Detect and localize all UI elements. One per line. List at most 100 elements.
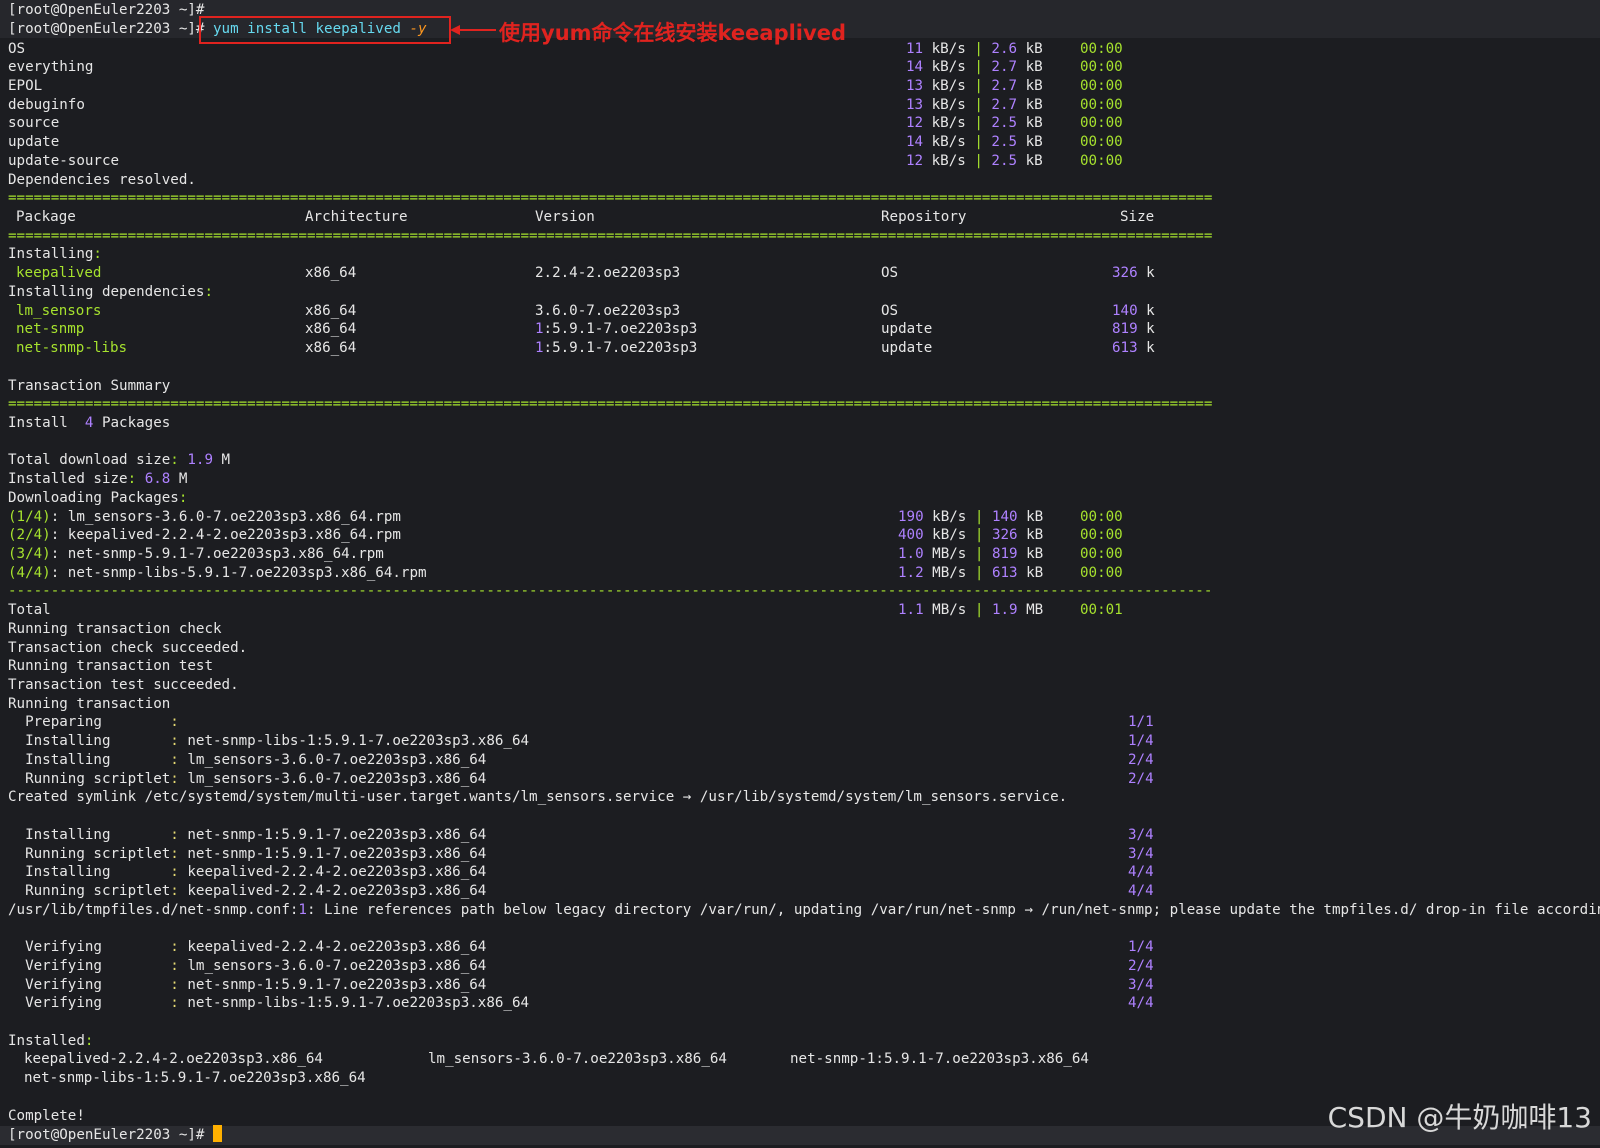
repo-line: OS <box>8 40 25 59</box>
separator-equals: ========================================… <box>8 396 1213 413</box>
total-time: 00:01 <box>1080 601 1123 620</box>
size-unit: kB <box>1017 59 1043 76</box>
download-index: (2/4) <box>8 527 51 544</box>
package-name: net-snmp <box>16 321 85 338</box>
annotation-highlight-box <box>199 16 451 44</box>
package-row: OS <box>881 264 898 283</box>
transaction-step-progress: 3/4 <box>1128 845 1154 864</box>
table-header: Architecture <box>305 208 408 227</box>
package-row: x86_64 <box>305 264 356 283</box>
transaction-text: Transaction check succeeded. <box>8 639 248 656</box>
deps-label: Installing dependencies: <box>8 283 213 302</box>
separator-dashes: ----------------------------------------… <box>8 583 1213 600</box>
install-count: Install 4 Packages <box>8 414 170 433</box>
separator-line: ========================================… <box>8 189 1212 208</box>
package-size: 326 <box>1112 265 1138 282</box>
package-repo: OS <box>881 302 899 319</box>
repo-rate: 14 kB/s | 2.7 kB <box>906 58 1043 77</box>
step-action: Installing <box>8 864 171 881</box>
speed-value: 1.1 <box>898 602 924 619</box>
download-index: (1/4) <box>8 508 51 525</box>
step-progress: 2/4 <box>1128 751 1154 768</box>
prompt: [root@OpenEuler2203 ~]# <box>8 21 205 37</box>
repo-line: debuginfo <box>8 96 85 115</box>
download-time: 00:00 <box>1080 564 1123 583</box>
watermark: CSDN @牛奶咖啡13 <box>1327 1101 1592 1134</box>
terminal-window[interactable]: [root@OpenEuler2203 ~]# [root@OpenEuler2… <box>0 0 1600 1148</box>
repo-time: 00:00 <box>1080 77 1123 96</box>
speed-unit: kB/s <box>923 59 975 76</box>
repo-line: everything <box>8 58 93 77</box>
speed-value: 11 <box>906 40 924 57</box>
speed-value: 190 <box>898 508 924 525</box>
colon: : <box>170 826 179 843</box>
transaction-step-progress: 2/4 <box>1128 770 1154 789</box>
download-file: : net-snmp-5.9.1-7.oe2203sp3.x86_64.rpm <box>50 545 384 562</box>
size-value: 2.7 <box>982 96 1018 113</box>
step-package: net-snmp-libs-1:5.9.1-7.oe2203sp3.x86_64 <box>178 995 530 1012</box>
size-value: 2.6 <box>982 40 1018 57</box>
verify-step-progress: 3/4 <box>1128 976 1154 995</box>
transaction-step: Running scriptlet: net-snmp-1:5.9.1-7.oe… <box>8 845 486 864</box>
step-action: Installing <box>8 751 171 768</box>
speed-unit: kB/s <box>923 77 975 94</box>
installed-list: net-snmp-1:5.9.1-7.oe2203sp3.x86_64 <box>790 1050 1089 1069</box>
installed-size: Installed size: 6.8 M <box>8 470 187 489</box>
colon: : <box>93 246 102 263</box>
package-row: keepalived <box>16 264 101 283</box>
speed-unit: MB/s <box>923 545 975 562</box>
transaction-text: Running transaction test <box>8 658 213 675</box>
size-unit: MB <box>1017 602 1044 619</box>
step-action: Running scriptlet <box>8 770 171 787</box>
colon: : <box>178 489 188 506</box>
speed-unit: MB/s <box>923 602 975 619</box>
size-unit: k <box>1137 340 1155 356</box>
transaction-step-progress: 1/4 <box>1128 732 1154 751</box>
transaction-text: Transaction test succeeded. <box>8 677 239 693</box>
step-action: Installing <box>8 733 171 750</box>
package-name: keepalived <box>16 265 102 282</box>
package-size: 819 <box>1112 321 1138 338</box>
column-header-package: Package <box>16 209 76 225</box>
install-word: Install <box>8 414 85 431</box>
download-index: (4/4) <box>8 564 51 581</box>
colon: : <box>170 882 179 899</box>
elapsed-time: 00:00 <box>1080 40 1123 57</box>
speed-value: 12 <box>906 115 924 132</box>
size-unit: kB <box>1017 115 1043 132</box>
colon: : <box>170 939 179 956</box>
value: 6.8 <box>144 471 171 488</box>
table-header: Version <box>535 208 595 227</box>
symlink-text: Created symlink /etc/systemd/system/mult… <box>8 789 1068 806</box>
repo-name: update <box>8 134 60 151</box>
package-version: 2.2.4-2.oe2203sp3 <box>535 265 681 282</box>
step-action: Verifying <box>8 939 171 956</box>
package-row: 613 k <box>1112 339 1155 358</box>
separator: | <box>974 40 983 57</box>
separator-line: ========================================… <box>8 395 1212 414</box>
installed-list: keepalived-2.2.4-2.oe2203sp3.x86_64 <box>24 1050 323 1069</box>
elapsed-time: 00:01 <box>1080 602 1123 619</box>
step-action: Verifying <box>8 976 171 993</box>
cursor-block <box>213 1125 222 1143</box>
transaction-line: Transaction test succeeded. <box>8 676 239 695</box>
total-rate: 1.1 MB/s | 1.9 MB <box>898 601 1043 620</box>
repo-name: update-source <box>8 152 120 169</box>
package-name: lm_sensors <box>16 302 102 319</box>
package-repo: update <box>881 321 933 338</box>
speed-value: 13 <box>906 96 924 113</box>
prompt-line-previous: [root@OpenEuler2203 ~]# <box>8 1 204 20</box>
label: Total download size <box>8 452 171 469</box>
download-time: 00:00 <box>1080 526 1123 545</box>
download-time: 00:00 <box>1080 508 1123 527</box>
package-size: 140 <box>1112 302 1138 319</box>
size-unit: kB <box>1017 40 1043 57</box>
package-row: update <box>881 320 932 339</box>
installed-package: net-snmp-1:5.9.1-7.oe2203sp3.x86_64 <box>790 1051 1089 1068</box>
package-row: 140 k <box>1112 302 1155 321</box>
elapsed-time: 00:00 <box>1080 527 1123 544</box>
speed-unit: kB/s <box>923 152 975 169</box>
package-row: x86_64 <box>305 302 356 321</box>
step-action: Preparing <box>8 714 171 731</box>
table-header: Package <box>16 208 76 227</box>
